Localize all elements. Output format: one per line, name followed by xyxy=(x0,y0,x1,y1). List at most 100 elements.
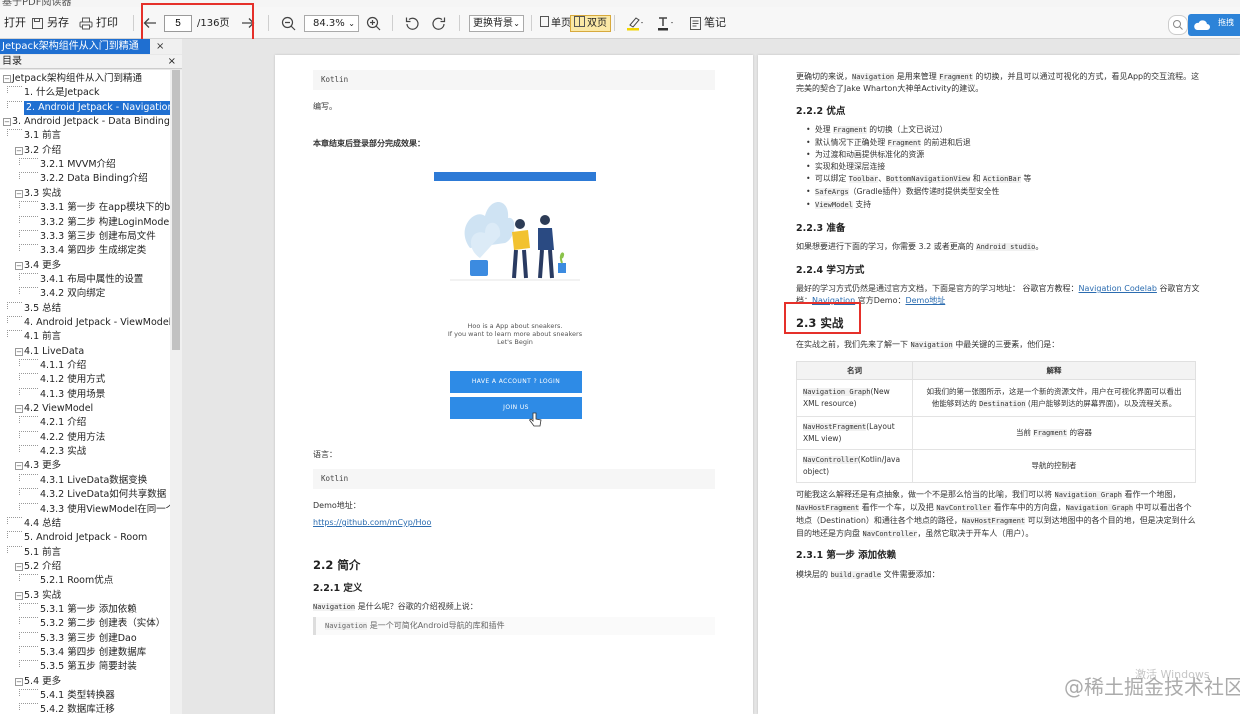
toc-item[interactable]: 4.2.2 使用方法 xyxy=(40,431,105,445)
phone-text-line: If you want to learn more about sneakers xyxy=(447,330,583,338)
toc-item[interactable]: 5. Android Jetpack - Room xyxy=(24,531,147,545)
inline-code: Navigation xyxy=(313,603,356,611)
highlight-pen-button[interactable] xyxy=(626,14,644,32)
zoom-in-button[interactable] xyxy=(366,14,381,32)
expand-toggle-icon[interactable]: − xyxy=(15,146,23,155)
toc-item[interactable]: 5.4.1 类型转换器 xyxy=(40,689,115,703)
toc-item[interactable]: 4.1 前言 xyxy=(24,330,61,344)
note-button[interactable]: 笔记 xyxy=(690,14,726,32)
heading-2-2-3: 2.2.3 准备 xyxy=(796,223,846,234)
demo-link[interactable]: https://github.com/mCyp/Hoo xyxy=(313,517,431,528)
toc-item[interactable]: 4.3.1 LiveData数据变换 xyxy=(40,474,147,488)
toc-item[interactable]: 5.4 更多 xyxy=(24,675,61,689)
codelab-link[interactable]: Navigation Codelab xyxy=(1079,284,1157,293)
toc-item[interactable]: 2. Android Jetpack - Navigation xyxy=(24,100,170,115)
expand-toggle-icon[interactable]: − xyxy=(15,189,23,198)
highlight-box-heading xyxy=(784,302,861,334)
table-header-cell: 名词 xyxy=(796,361,913,380)
paragraph: 模块层的 build.gradle 文件需要添加： xyxy=(796,569,940,581)
toc-item[interactable]: 5.3 实战 xyxy=(24,589,61,603)
phone-text-line: Hoo is a App about sneakers. xyxy=(467,322,563,330)
open-button[interactable]: 打开 xyxy=(4,14,26,32)
toc-item[interactable]: 4.1 LiveData xyxy=(24,345,84,359)
tree-connector xyxy=(19,244,38,252)
double-page-button[interactable]: 双页 xyxy=(570,15,611,32)
tree-connector xyxy=(7,129,22,137)
toc-item[interactable]: 4.1.2 使用方式 xyxy=(40,373,105,387)
toc-item[interactable]: 4.3.2 LiveData如何共享数据 xyxy=(40,488,166,502)
toc-item[interactable]: 4.2.3 实战 xyxy=(40,445,86,459)
expand-toggle-icon[interactable]: − xyxy=(3,118,11,127)
toc-item[interactable]: 5.2.1 Room优点 xyxy=(40,574,113,588)
floating-tool-badge[interactable]: 拖拽 xyxy=(1188,14,1240,36)
join-us-button: JOIN US xyxy=(450,397,582,419)
toc-item[interactable]: 4. Android Jetpack - ViewModel & xyxy=(24,316,170,330)
toc-title: 目录 xyxy=(2,56,22,67)
print-button[interactable]: 打印 xyxy=(79,14,118,32)
toc-item[interactable]: 3.3.4 第四步 生成绑定类 xyxy=(40,244,146,258)
expand-toggle-icon[interactable]: − xyxy=(15,591,23,600)
tree-connector xyxy=(19,488,38,496)
text-color-icon xyxy=(657,16,675,31)
tab-document[interactable]: Jetpack架构组件从入门到精通 xyxy=(0,39,150,54)
toc-item[interactable]: 3.3.1 第一步 在app模块下的build xyxy=(40,201,170,215)
toc-item[interactable]: 3.2.1 MVVM介绍 xyxy=(40,158,116,172)
toc-item[interactable]: 3.3.2 第二步 构建LoginModel xyxy=(40,216,170,230)
table-row: NavHostFragment(Layout XML view) 当前 Fragm… xyxy=(796,416,1196,450)
heading-2-2-2: 2.2.2 优点 xyxy=(796,106,846,117)
toc-item[interactable]: 5.3.1 第一步 添加依赖 xyxy=(40,603,137,617)
toc-item[interactable]: 4.4 总结 xyxy=(24,517,61,531)
toc-scrollbar-thumb[interactable] xyxy=(172,70,180,350)
text: 如我们的第一张图所示，这是一个新的资源文件，用户在可视化界面可以看出 xyxy=(926,387,1182,396)
toc-item[interactable]: 1. 什么是Jetpack xyxy=(24,86,100,100)
toc-item[interactable]: 5.3.2 第二步 创建表（实体） xyxy=(40,617,165,631)
expand-toggle-icon[interactable]: − xyxy=(3,75,11,83)
toc-item[interactable]: 3.2.2 Data Binding介绍 xyxy=(40,172,148,186)
toc-item[interactable]: 3.3.3 第三步 创建布局文件 xyxy=(40,230,156,244)
toc-header: 目录 × xyxy=(0,55,182,69)
toc-item[interactable]: 5.3.4 第四步 创建数据库 xyxy=(40,646,146,660)
toc-item[interactable]: 4.2.1 介绍 xyxy=(40,416,86,430)
toc-item[interactable]: 3.4.2 双向绑定 xyxy=(40,287,105,301)
expand-toggle-icon[interactable]: − xyxy=(15,677,23,686)
toc-item[interactable]: 3.2 介绍 xyxy=(24,144,61,158)
tree-connector xyxy=(19,430,38,438)
toc-item[interactable]: 3.5 总结 xyxy=(24,302,61,316)
search-button[interactable] xyxy=(1168,15,1188,35)
demo-address-link[interactable]: Demo地址 xyxy=(905,296,945,305)
change-background-select[interactable]: 更换背景 ⌄ xyxy=(469,15,524,32)
toc-item[interactable]: 3.3 实战 xyxy=(24,187,61,201)
toc-item[interactable]: 5.3.5 第五步 简要封装 xyxy=(40,660,137,674)
table-cell: 如我们的第一张图所示，这是一个新的资源文件，用户在可视化界面可以看出 他能够到达的… xyxy=(912,379,1196,417)
expand-toggle-icon[interactable]: − xyxy=(15,562,23,571)
toc-item[interactable]: 5.3.3 第三步 创建Dao xyxy=(40,632,137,646)
rotate-right-button[interactable] xyxy=(431,14,446,32)
inline-code: NavHostFragment xyxy=(796,504,860,512)
toc-item[interactable]: 5.2 介绍 xyxy=(24,560,61,574)
text-color-button[interactable] xyxy=(657,14,675,32)
toc-item[interactable]: 4.3.3 使用ViewModel在同一个Ac xyxy=(40,503,170,517)
toc-item[interactable]: 4.2 ViewModel xyxy=(24,402,93,416)
zoom-out-button[interactable] xyxy=(281,14,296,32)
close-icon[interactable]: × xyxy=(168,55,176,69)
toc-item[interactable]: 3. Android Jetpack - Data Binding xyxy=(12,115,170,129)
zoom-select[interactable]: 84.3% ⌄ xyxy=(304,15,359,32)
rotate-left-button[interactable] xyxy=(405,14,420,32)
toc-item[interactable]: 5.4.2 数据库迁移 xyxy=(40,703,115,714)
toc-item[interactable]: 5.1 前言 xyxy=(24,546,61,560)
tree-connector xyxy=(7,545,22,553)
toc-item[interactable]: 4.3 更多 xyxy=(24,459,61,473)
toc-item[interactable]: 4.1.1 介绍 xyxy=(40,359,86,373)
toc-item[interactable]: 4.1.3 使用场景 xyxy=(40,388,105,402)
expand-toggle-icon[interactable]: − xyxy=(15,462,23,471)
expand-toggle-icon[interactable]: − xyxy=(15,347,23,356)
tab-close-icon[interactable]: × xyxy=(156,39,164,54)
expand-toggle-icon[interactable]: − xyxy=(15,405,23,414)
toc-item[interactable]: 3.4 更多 xyxy=(24,259,61,273)
toc-item[interactable]: Jetpack架构组件从入门到精通 xyxy=(12,72,142,86)
text: 当前 xyxy=(1016,428,1034,437)
save-as-button[interactable]: 另存 xyxy=(31,14,69,32)
expand-toggle-icon[interactable]: − xyxy=(15,261,23,270)
toc-item[interactable]: 3.4.1 布局中属性的设置 xyxy=(40,273,143,287)
toc-item[interactable]: 3.1 前言 xyxy=(24,129,61,143)
